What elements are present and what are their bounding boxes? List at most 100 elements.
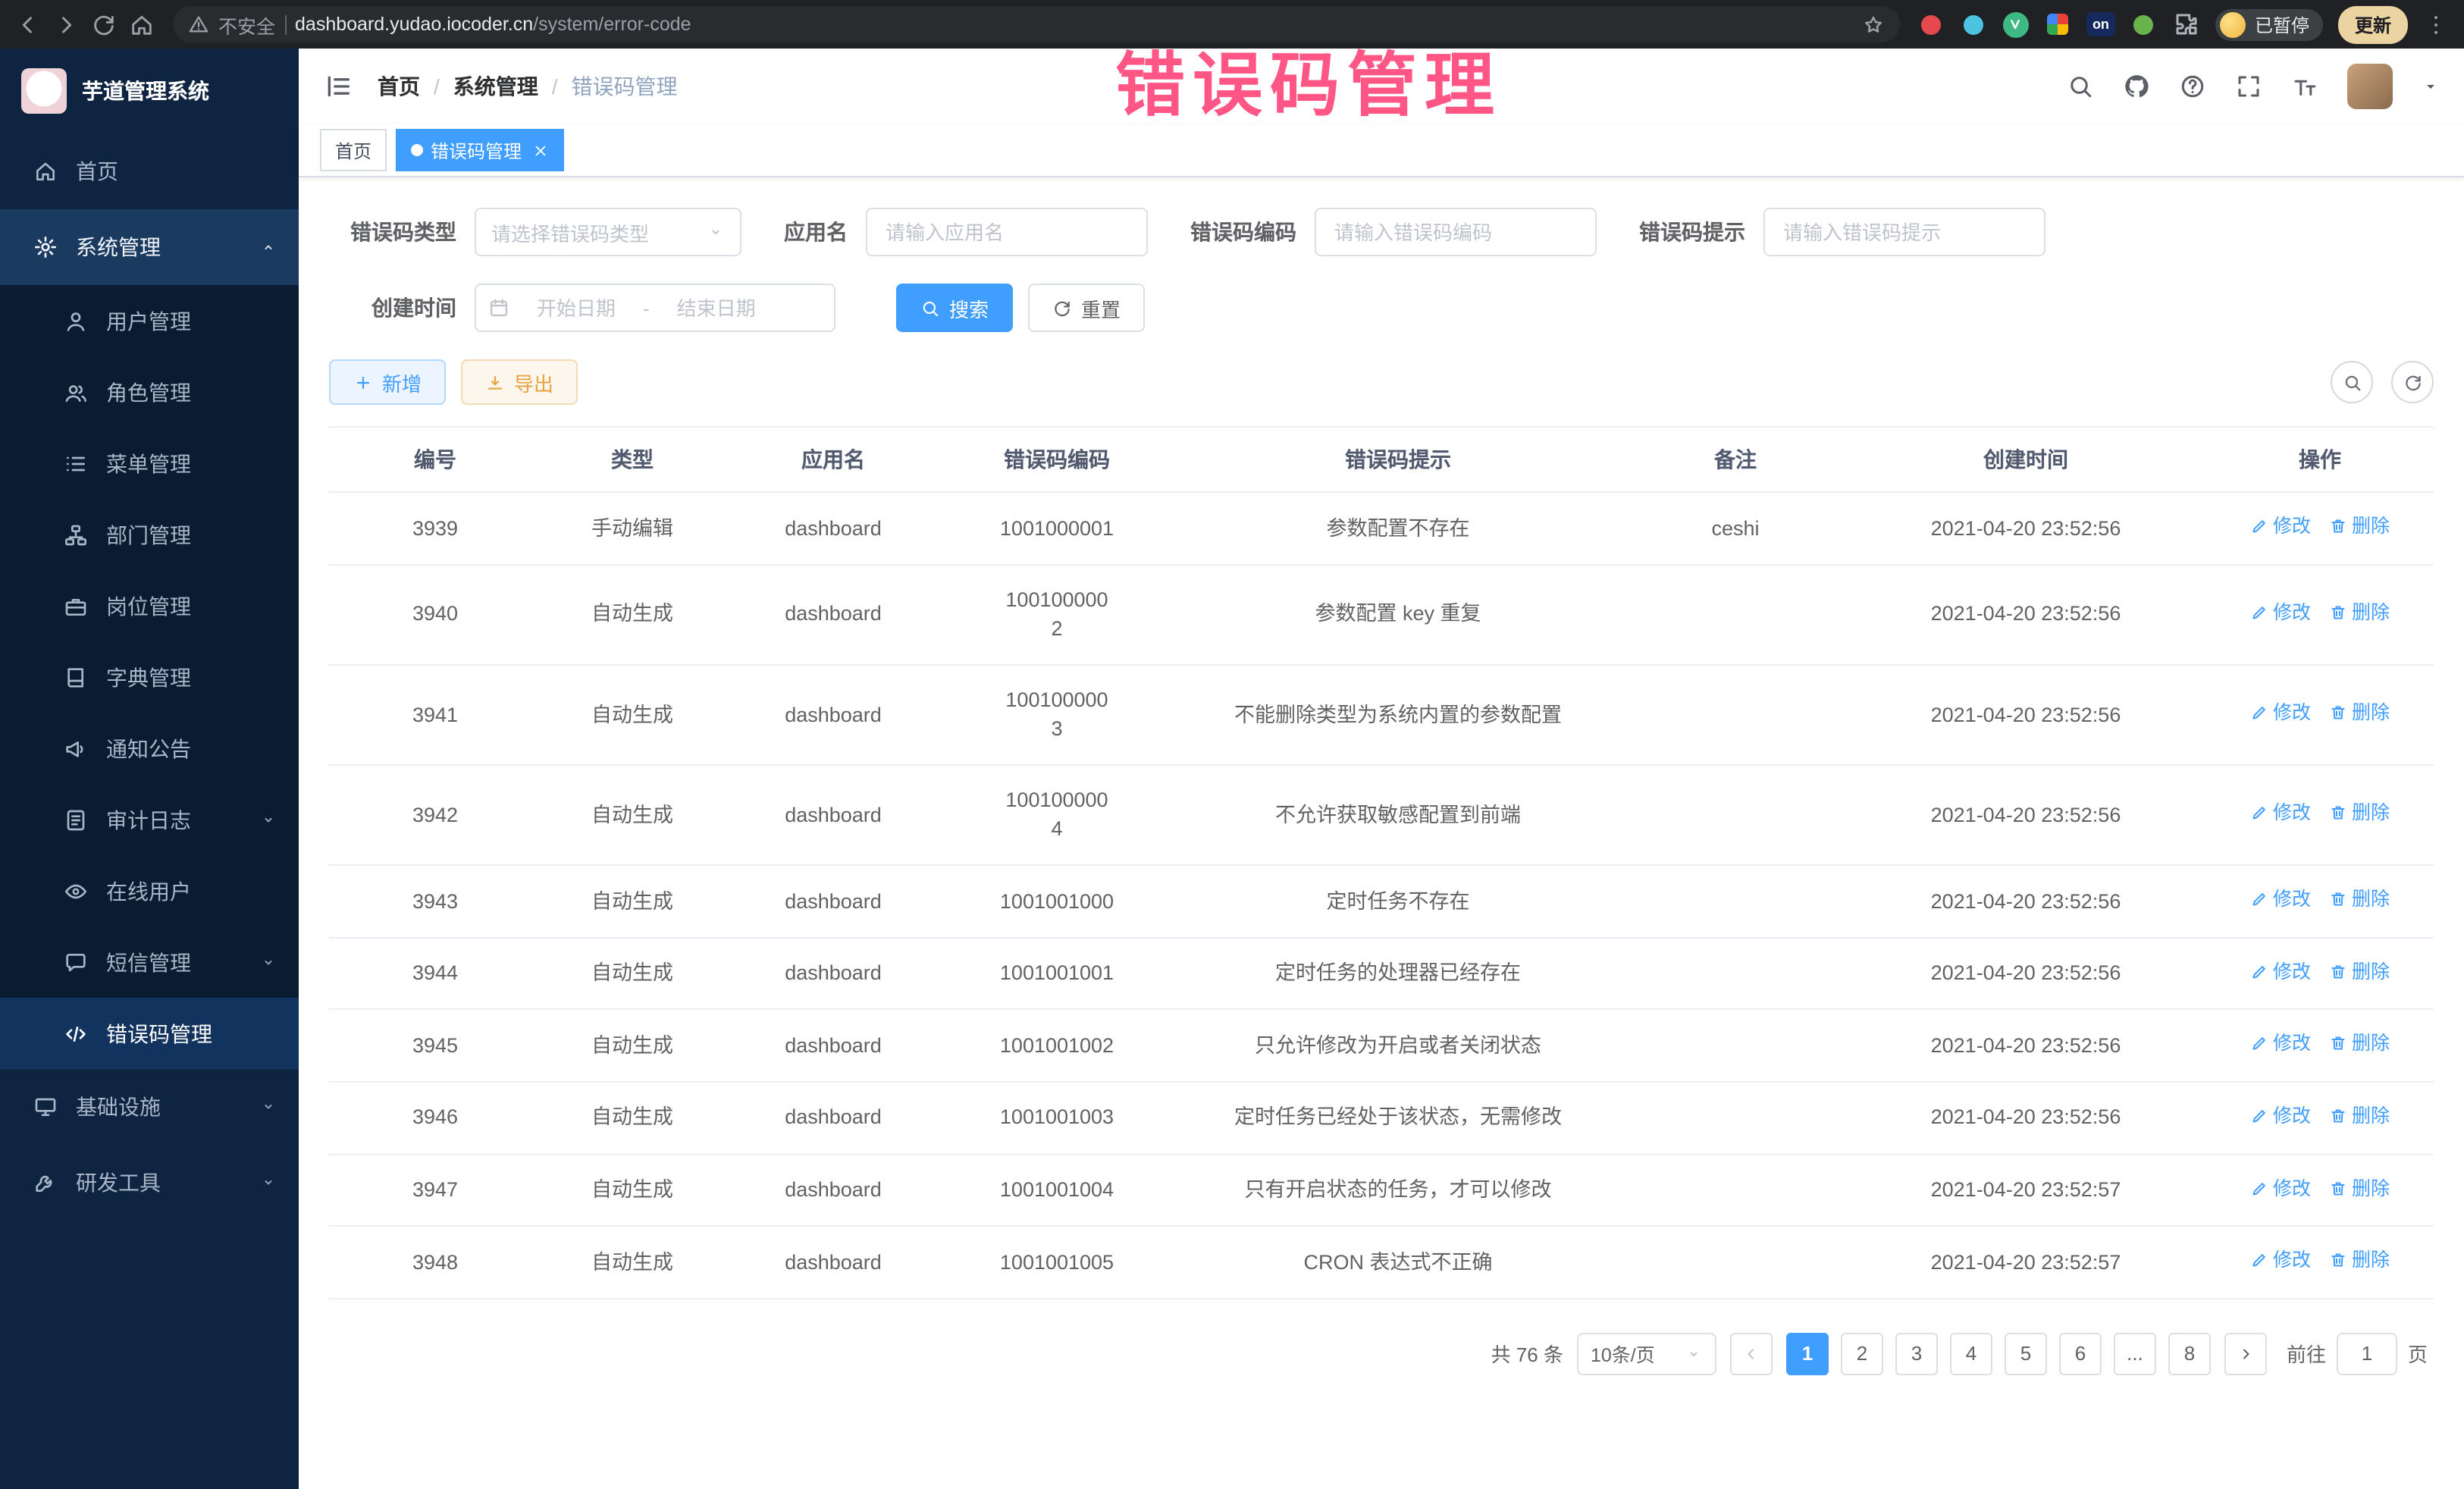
breadcrumb-home[interactable]: 首页 — [378, 71, 420, 102]
caret-down-icon[interactable] — [2422, 77, 2440, 96]
prev-page-button[interactable] — [1730, 1333, 1773, 1375]
cell-msg: 参数配置不存在 — [1171, 492, 1625, 564]
sidebar-item-sms[interactable]: 短信管理 — [0, 926, 299, 998]
delete-link[interactable]: 删除 — [2329, 513, 2390, 540]
delete-link[interactable]: 删除 — [2329, 599, 2390, 626]
tag-home[interactable]: 首页 — [320, 129, 387, 171]
page-button-3[interactable]: 3 — [1895, 1333, 1938, 1375]
cell-msg: 定时任务的处理器已经存在 — [1171, 937, 1625, 1009]
edit-link[interactable]: 修改 — [2250, 1030, 2311, 1058]
forward-icon[interactable] — [53, 11, 79, 37]
search-icon[interactable] — [2067, 73, 2094, 100]
search-button[interactable]: 搜索 — [896, 284, 1013, 332]
on-badge-extension-icon[interactable]: on — [2086, 12, 2115, 36]
cell-app: dashboard — [723, 564, 943, 664]
page-button-8[interactable]: 8 — [2168, 1333, 2211, 1375]
sidebar-item-dept[interactable]: 部门管理 — [0, 499, 299, 570]
cell-time: 2021-04-20 23:52:56 — [1845, 765, 2206, 865]
puzzle-extensions-icon[interactable] — [2173, 11, 2200, 38]
delete-link[interactable]: 删除 — [2329, 958, 2390, 985]
date-range-picker[interactable]: - — [475, 284, 835, 332]
sidebar-item-error-code[interactable]: 错误码管理 — [0, 998, 299, 1069]
edit-link[interactable]: 修改 — [2250, 699, 2311, 726]
edit-link[interactable]: 修改 — [2250, 886, 2311, 913]
cell-msg: CRON 表达式不正确 — [1171, 1226, 1625, 1298]
hamburger-icon[interactable] — [323, 71, 353, 102]
sidebar-item-notice[interactable]: 通知公告 — [0, 713, 299, 784]
edit-link[interactable]: 修改 — [2250, 958, 2311, 985]
edit-link[interactable]: 修改 — [2250, 1102, 2311, 1130]
sidebar-item-infra[interactable]: 基础设施 — [0, 1069, 299, 1145]
sidebar-item-online-user[interactable]: 在线用户 — [0, 855, 299, 926]
page-button-5[interactable]: 5 — [2005, 1333, 2047, 1375]
grid-extension-icon[interactable] — [2044, 11, 2071, 38]
app-name-input[interactable] — [866, 208, 1148, 256]
refresh-table-button[interactable] — [2391, 361, 2434, 403]
page-ellipsis[interactable]: ... — [2114, 1333, 2156, 1375]
address-bar[interactable]: 不安全 dashboard.yudao.iocoder.cn/system/er… — [173, 6, 1900, 42]
sidebar-item-system[interactable]: 系统管理 — [0, 209, 299, 285]
breadcrumb-system[interactable]: 系统管理 — [453, 71, 538, 102]
bookmark-star-icon[interactable] — [1862, 13, 1885, 36]
edit-link[interactable]: 修改 — [2250, 513, 2311, 540]
record-extension-icon[interactable] — [1918, 11, 1945, 38]
delete-link[interactable]: 删除 — [2329, 886, 2390, 913]
edit-link[interactable]: 修改 — [2250, 599, 2311, 626]
export-button[interactable]: 导出 — [461, 359, 578, 405]
edit-link[interactable]: 修改 — [2250, 1246, 2311, 1274]
delete-link[interactable]: 删除 — [2329, 1246, 2390, 1274]
delete-link[interactable]: 删除 — [2329, 1174, 2390, 1202]
error-type-select[interactable]: 请选择错误码类型 — [475, 208, 741, 256]
delete-link[interactable]: 删除 — [2329, 799, 2390, 826]
vue-devtools-icon[interactable] — [2003, 11, 2029, 37]
next-page-button[interactable] — [2224, 1333, 2267, 1375]
kebab-menu-icon[interactable] — [2423, 11, 2449, 37]
error-msg-input[interactable] — [1763, 208, 2045, 256]
close-icon[interactable] — [532, 142, 549, 158]
cell-type: 自动生成 — [541, 564, 723, 664]
goto-page-input[interactable] — [2337, 1333, 2397, 1375]
update-button[interactable]: 更新 — [2338, 5, 2408, 43]
sidebar-item-dict[interactable]: 字典管理 — [0, 641, 299, 713]
reload-icon[interactable] — [91, 11, 117, 37]
cell-actions: 修改删除 — [2206, 765, 2434, 865]
drop-extension-icon[interactable] — [1961, 11, 1988, 38]
sidebar-item-home[interactable]: 首页 — [0, 133, 299, 209]
user-avatar[interactable] — [2347, 64, 2393, 109]
sidebar-item-post[interactable]: 岗位管理 — [0, 570, 299, 641]
page-button-2[interactable]: 2 — [1841, 1333, 1883, 1375]
cell-actions: 修改删除 — [2206, 1226, 2434, 1298]
add-button[interactable]: 新增 — [329, 359, 446, 405]
fullscreen-icon[interactable] — [2235, 73, 2262, 100]
home-browser-icon[interactable] — [129, 11, 155, 37]
date-end-input[interactable] — [656, 295, 777, 321]
leaf-extension-icon[interactable] — [2130, 11, 2158, 38]
delete-link[interactable]: 删除 — [2329, 1102, 2390, 1130]
back-icon[interactable] — [15, 11, 41, 37]
page-button-1[interactable]: 1 — [1786, 1333, 1829, 1375]
github-icon[interactable] — [2123, 73, 2150, 100]
profile-chip[interactable]: 已暂停 — [2215, 8, 2323, 40]
sidebar-item-user[interactable]: 用户管理 — [0, 285, 299, 356]
sidebar-item-menu[interactable]: 菜单管理 — [0, 428, 299, 499]
cell-time: 2021-04-20 23:52:56 — [1845, 1082, 2206, 1154]
error-code-input[interactable] — [1315, 208, 1597, 256]
logo[interactable]: 芋道管理系统 — [0, 49, 299, 133]
edit-link[interactable]: 修改 — [2250, 1174, 2311, 1202]
tag-error-code[interactable]: 错误码管理 — [396, 129, 564, 171]
page-size-select[interactable]: 10条/页 — [1577, 1333, 1716, 1375]
edit-link[interactable]: 修改 — [2250, 799, 2311, 826]
sidebar-item-audit-log[interactable]: 审计日志 — [0, 784, 299, 855]
toggle-search-button[interactable] — [2331, 361, 2373, 403]
sidebar-item-role[interactable]: 角色管理 — [0, 356, 299, 428]
font-size-icon[interactable] — [2291, 73, 2318, 100]
cell-id: 3947 — [329, 1154, 541, 1226]
help-icon[interactable] — [2179, 73, 2206, 100]
page-button-4[interactable]: 4 — [1950, 1333, 1992, 1375]
delete-link[interactable]: 删除 — [2329, 1030, 2390, 1058]
delete-link[interactable]: 删除 — [2329, 699, 2390, 726]
sidebar-item-devtools[interactable]: 研发工具 — [0, 1145, 299, 1221]
date-start-input[interactable] — [516, 295, 637, 321]
reset-button[interactable]: 重置 — [1028, 284, 1145, 332]
page-button-6[interactable]: 6 — [2059, 1333, 2102, 1375]
